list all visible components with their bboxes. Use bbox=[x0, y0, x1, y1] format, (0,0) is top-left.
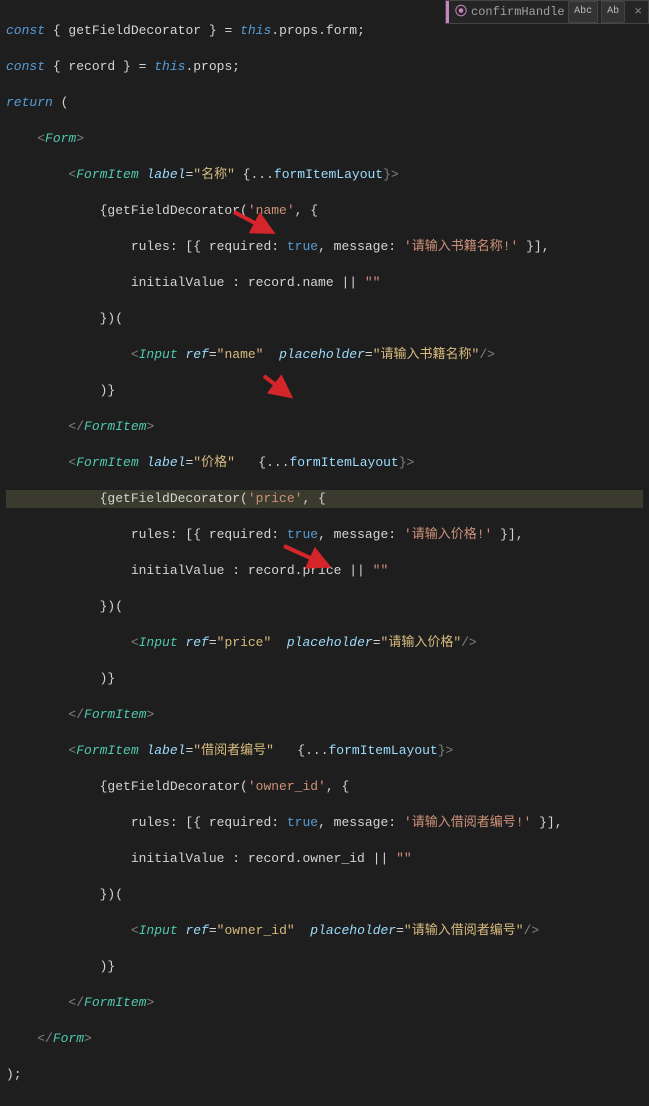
code-line[interactable]: const { record } = this.props; bbox=[6, 58, 643, 76]
hover-tooltip: ⦿ confirmHandle Abc Ab × bbox=[445, 0, 649, 24]
code-line[interactable]: </FormItem> bbox=[6, 418, 643, 436]
code-line[interactable]: )} bbox=[6, 670, 643, 688]
code-line-highlight[interactable]: {getFieldDecorator('price', { bbox=[6, 490, 643, 508]
code-line[interactable]: return ( bbox=[6, 94, 643, 112]
code-line[interactable]: rules: [{ required: true, message: '请输入价… bbox=[6, 526, 643, 544]
code-line[interactable]: })( bbox=[6, 310, 643, 328]
code-line[interactable]: {getFieldDecorator('owner_id', { bbox=[6, 778, 643, 796]
code-line[interactable]: )} bbox=[6, 958, 643, 976]
code-line[interactable]: const { getFieldDecorator } = this.props… bbox=[6, 22, 643, 40]
code-line[interactable]: )} bbox=[6, 382, 643, 400]
code-line[interactable]: <FormItem label="名称" {...formItemLayout}… bbox=[6, 166, 643, 184]
code-line[interactable]: {getFieldDecorator('name', { bbox=[6, 202, 643, 220]
tooltip-accent bbox=[446, 1, 449, 23]
code-line[interactable]: initialValue : record.owner_id || "" bbox=[6, 850, 643, 868]
code-line[interactable]: </FormItem> bbox=[6, 994, 643, 1012]
code-line[interactable]: initialValue : record.price || "" bbox=[6, 562, 643, 580]
close-icon[interactable]: × bbox=[634, 3, 642, 21]
code-line[interactable]: initialValue : record.name || "" bbox=[6, 274, 643, 292]
code-line[interactable]: })( bbox=[6, 598, 643, 616]
code-line[interactable]: rules: [{ required: true, message: '请输入书… bbox=[6, 238, 643, 256]
code-line[interactable]: <FormItem label="价格" {...formItemLayout}… bbox=[6, 454, 643, 472]
code-line[interactable]: <FormItem label="借阅者编号" {...formItemLayo… bbox=[6, 742, 643, 760]
match-btn-2[interactable]: Ab bbox=[601, 1, 625, 23]
code-line[interactable]: })( bbox=[6, 886, 643, 904]
code-line[interactable]: <Input ref="name" placeholder="请输入书籍名称"/… bbox=[6, 346, 643, 364]
code-line[interactable]: </FormItem> bbox=[6, 706, 643, 724]
code-line[interactable]: rules: [{ required: true, message: '请输入借… bbox=[6, 814, 643, 832]
code-line[interactable]: ); bbox=[6, 1066, 643, 1084]
code-editor[interactable]: const { getFieldDecorator } = this.props… bbox=[0, 0, 649, 1106]
code-line[interactable]: <Input ref="owner_id" placeholder="请输入借阅… bbox=[6, 922, 643, 940]
code-line[interactable]: <Input ref="price" placeholder="请输入价格"/> bbox=[6, 634, 643, 652]
method-icon: ⦿ bbox=[455, 3, 467, 21]
match-btn-1[interactable]: Abc bbox=[568, 1, 598, 23]
tooltip-text: confirmHandle bbox=[471, 3, 568, 21]
code-line[interactable]: </Form> bbox=[6, 1030, 643, 1048]
code-line[interactable]: <Form> bbox=[6, 130, 643, 148]
